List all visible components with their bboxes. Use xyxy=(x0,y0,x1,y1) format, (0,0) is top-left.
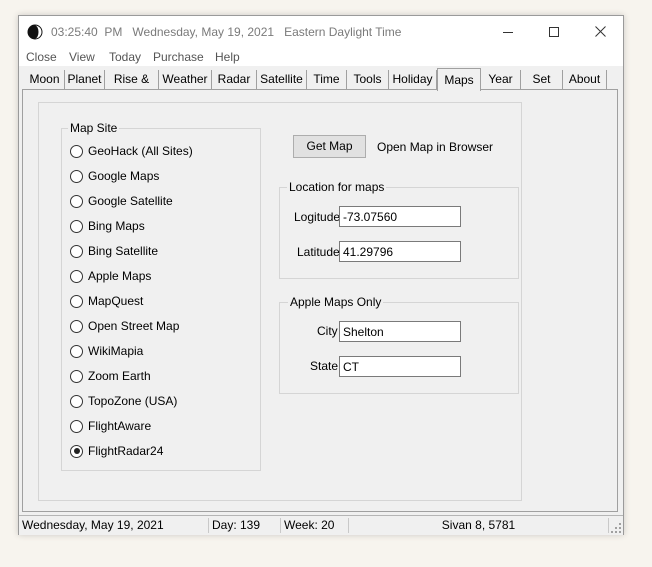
radio-flightaware[interactable]: FlightAware xyxy=(70,418,151,434)
tab-rise-set[interactable]: Rise & Set xyxy=(105,70,159,105)
radio-wikimapia[interactable]: WikiMapia xyxy=(70,343,143,359)
radio-flightradar24[interactable]: FlightRadar24 xyxy=(70,443,163,459)
tab-planet[interactable]: Planet xyxy=(65,70,105,89)
apple-maps-group: Apple Maps Only City State xyxy=(279,295,519,394)
radio-button[interactable] xyxy=(70,394,83,408)
tab-holiday[interactable]: Holiday xyxy=(389,70,437,89)
apple-maps-title: Apple Maps Only xyxy=(288,295,384,309)
tab-moon[interactable]: Moon xyxy=(25,70,65,89)
moon-phase-icon xyxy=(27,24,43,40)
radio-button[interactable] xyxy=(70,369,83,383)
status-hebrew-date: Sivan 8, 5781 xyxy=(349,518,609,533)
latitude-field[interactable] xyxy=(339,241,461,262)
menu-today[interactable]: Today xyxy=(109,50,141,64)
radio-button[interactable] xyxy=(70,419,83,433)
radio-google-satellite[interactable]: Google Satellite xyxy=(70,193,173,209)
menu-bar: Close View Today Purchase Help xyxy=(19,47,623,66)
location-title: Location for maps xyxy=(287,180,387,194)
tab-weather[interactable]: Weather xyxy=(159,70,212,89)
radio-bing-satellite[interactable]: Bing Satellite xyxy=(70,243,158,259)
close-window-button[interactable] xyxy=(577,16,623,47)
tab-about[interactable]: About xyxy=(563,70,607,89)
map-site-group: Map Site GeoHack (All Sites) Google Maps… xyxy=(61,121,261,471)
status-bar: Wednesday, May 19, 2021 Day: 139 Week: 2… xyxy=(19,515,623,535)
tab-time[interactable]: Time xyxy=(307,70,347,89)
status-week: Week: 20 xyxy=(281,518,349,533)
maximize-button[interactable] xyxy=(531,16,577,47)
radio-button[interactable] xyxy=(70,294,83,308)
radio-button[interactable] xyxy=(70,344,83,358)
radio-topozone[interactable]: TopoZone (USA) xyxy=(70,393,177,409)
location-group: Location for maps Logitude Latitude xyxy=(279,180,519,279)
status-day: Day: 139 xyxy=(209,518,281,533)
longitude-field[interactable] xyxy=(339,206,461,227)
maps-tab-panel: Map Site GeoHack (All Sites) Google Maps… xyxy=(22,89,618,512)
latitude-label: Latitude xyxy=(297,245,340,259)
status-date: Wednesday, May 19, 2021 xyxy=(19,518,209,533)
radio-mapquest[interactable]: MapQuest xyxy=(70,293,143,309)
resize-grip-icon[interactable] xyxy=(611,523,621,533)
menu-help[interactable]: Help xyxy=(215,50,240,64)
radio-button[interactable] xyxy=(70,219,83,233)
radio-button[interactable] xyxy=(70,319,83,333)
maximize-icon xyxy=(549,26,559,37)
menu-close[interactable]: Close xyxy=(26,50,57,64)
menu-purchase[interactable]: Purchase xyxy=(153,50,204,64)
radio-button[interactable] xyxy=(70,169,83,183)
radio-button[interactable] xyxy=(70,194,83,208)
radio-button[interactable] xyxy=(70,269,83,283)
tab-tools[interactable]: Tools xyxy=(347,70,389,89)
tab-year[interactable]: Year xyxy=(481,70,521,89)
menu-view[interactable]: View xyxy=(69,50,95,64)
radio-button[interactable] xyxy=(70,144,83,158)
radio-button[interactable] xyxy=(70,244,83,258)
minimize-button[interactable] xyxy=(485,16,531,47)
longitude-label: Logitude xyxy=(294,210,341,224)
tab-maps[interactable]: Maps xyxy=(437,68,481,91)
window-title: 03:25:40 PM Wednesday, May 19, 2021 East… xyxy=(51,25,402,39)
state-label: State xyxy=(310,359,339,373)
map-site-title: Map Site xyxy=(68,121,120,135)
tab-satellite[interactable]: Satellite xyxy=(257,70,307,89)
minimize-icon xyxy=(503,31,513,33)
city-label: City xyxy=(317,324,338,338)
get-map-button[interactable]: Get Map xyxy=(293,135,366,158)
app-window: 03:25:40 PM Wednesday, May 19, 2021 East… xyxy=(18,15,624,535)
open-map-in-browser-label: Open Map in Browser xyxy=(377,140,494,154)
tab-set[interactable]: Set xyxy=(521,70,563,89)
state-field[interactable] xyxy=(339,356,461,377)
radio-geohack[interactable]: GeoHack (All Sites) xyxy=(70,143,193,159)
radio-apple-maps[interactable]: Apple Maps xyxy=(70,268,151,284)
radio-button-selected[interactable] xyxy=(70,444,83,458)
close-icon xyxy=(594,26,606,37)
radio-open-street-map[interactable]: Open Street Map xyxy=(70,318,179,334)
tab-strip: Moon Planet Rise & Set Weather Radar Sat… xyxy=(19,68,623,105)
radio-zoom-earth[interactable]: Zoom Earth xyxy=(70,368,151,384)
radio-google-maps[interactable]: Google Maps xyxy=(70,168,159,184)
city-field[interactable] xyxy=(339,321,461,342)
radio-bing-maps[interactable]: Bing Maps xyxy=(70,218,145,234)
tab-radar[interactable]: Radar xyxy=(212,70,257,89)
title-bar[interactable]: 03:25:40 PM Wednesday, May 19, 2021 East… xyxy=(19,16,623,47)
